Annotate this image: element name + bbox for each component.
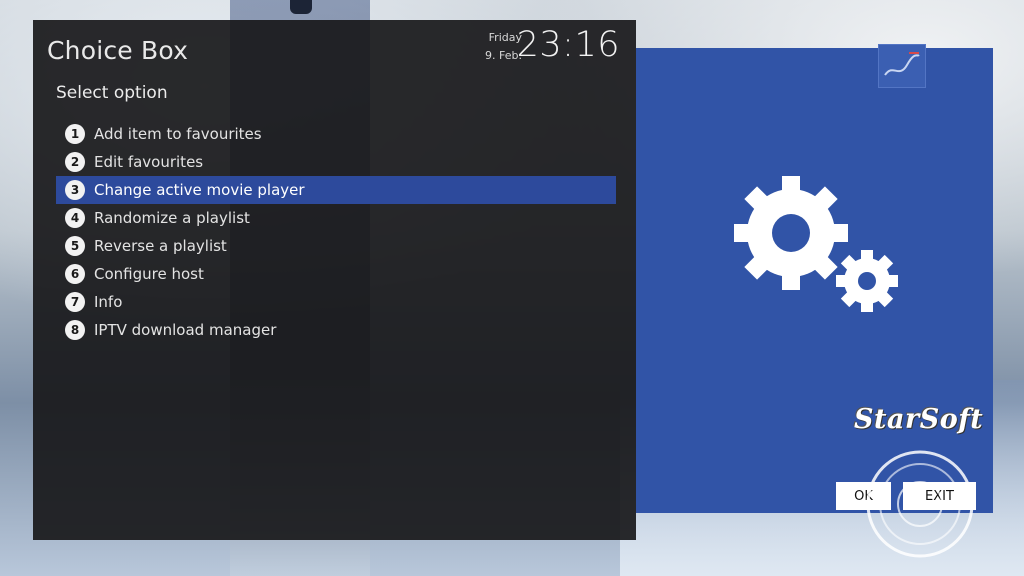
menu-item-label: Reverse a playlist — [94, 237, 227, 255]
menu-item-add-favourite[interactable]: 1 Add item to favourites — [56, 120, 616, 148]
menu-item-randomize-playlist[interactable]: 4 Randomize a playlist — [56, 204, 616, 232]
window-title: Choice Box — [47, 36, 189, 65]
number-badge: 1 — [65, 124, 85, 144]
clock-time: 23:16 — [516, 25, 620, 65]
day-label: Friday — [488, 31, 522, 44]
menu-item-change-player[interactable]: 3 Change active movie player — [56, 176, 616, 204]
option-preview — [636, 44, 993, 513]
menu-item-label: IPTV download manager — [94, 321, 277, 339]
date-label: 9. Feb. — [485, 49, 522, 62]
menu-item-configure-host[interactable]: 6 Configure host — [56, 260, 616, 288]
number-badge: 5 — [65, 236, 85, 256]
channel-logo-icon — [878, 44, 926, 88]
option-list: 1 Add item to favourites 2 Edit favourit… — [56, 120, 616, 344]
date-display: Friday 9. Feb. — [442, 29, 522, 65]
menu-item-label: Configure host — [94, 265, 204, 283]
number-badge: 2 — [65, 152, 85, 172]
menu-item-info[interactable]: 7 Info — [56, 288, 616, 316]
background-detail — [290, 0, 312, 14]
page-subtitle: Select option — [56, 83, 168, 103]
watermark-text: StarSoft — [854, 404, 984, 435]
number-badge: 4 — [65, 208, 85, 228]
menu-item-label: Change active movie player — [94, 181, 305, 199]
number-badge: 6 — [65, 264, 85, 284]
choice-box-panel: Choice Box Friday 9. Feb. 23:16 Select o… — [33, 20, 636, 540]
menu-item-label: Add item to favourites — [94, 125, 262, 143]
menu-item-label: Edit favourites — [94, 153, 204, 171]
menu-item-label: Randomize a playlist — [94, 209, 250, 227]
watermark-seal-icon — [866, 450, 974, 558]
menu-item-reverse-playlist[interactable]: 5 Reverse a playlist — [56, 232, 616, 260]
number-badge: 8 — [65, 320, 85, 340]
menu-item-download-manager[interactable]: 8 IPTV download manager — [56, 316, 616, 344]
number-badge: 3 — [65, 180, 85, 200]
number-badge: 7 — [65, 292, 85, 312]
gears-icon — [734, 176, 898, 312]
menu-item-label: Info — [94, 293, 123, 311]
menu-item-edit-favourites[interactable]: 2 Edit favourites — [56, 148, 616, 176]
